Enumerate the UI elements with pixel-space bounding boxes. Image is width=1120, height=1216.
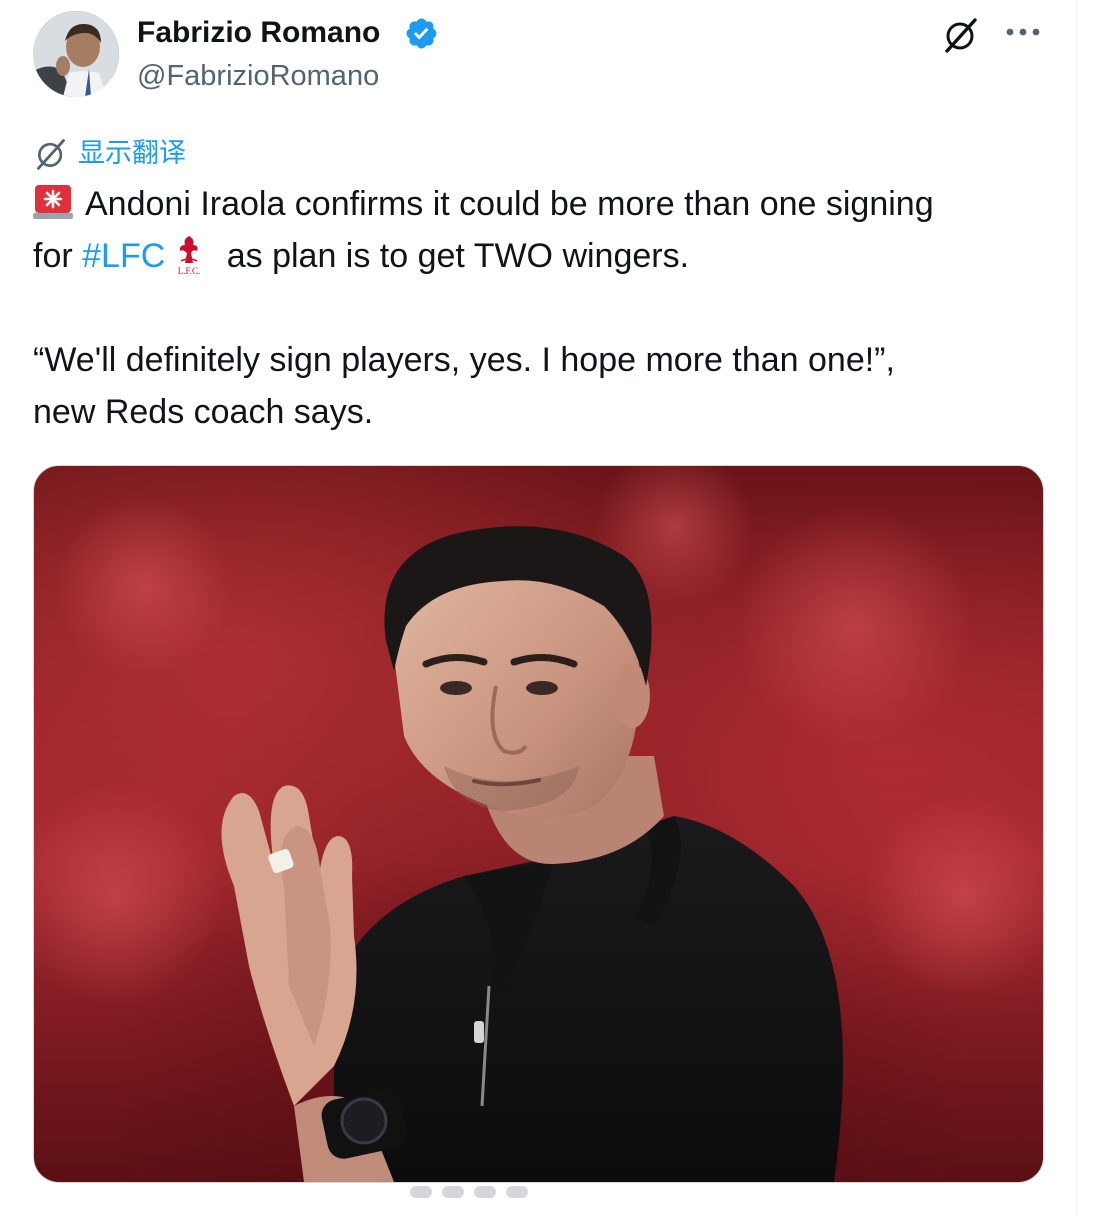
action-hint-2 [442,1186,464,1198]
avatar-portrait-icon [33,11,119,97]
tweet-line-1: Andoni Iraola confirms it could be more … [33,178,1043,230]
tweet-media-photo[interactable] [33,465,1044,1183]
action-hint-4 [506,1186,528,1198]
show-translation-label: 显示翻译 [78,138,186,169]
action-bar-hint [410,1186,710,1208]
author-handle[interactable]: @FabrizioRomano [137,58,379,94]
grok-icon [945,18,977,53]
more-icon [1006,28,1040,36]
show-translation-button[interactable]: 显示翻译 [34,134,186,174]
timeline-border [1076,0,1077,1216]
author-avatar[interactable] [33,11,119,97]
author-name[interactable]: Fabrizio Romano [137,14,380,52]
grok-translate-icon [37,139,65,170]
rotating-light-icon [33,185,73,219]
more-options-button[interactable] [1000,14,1046,50]
tweet-quote-line-2: new Reds coach says. [33,393,374,431]
coach-photo-illustration [34,466,1043,1182]
crest-text: L.F.C. [178,266,201,276]
tweet-text-line-1: Andoni Iraola confirms it could be more … [85,185,934,223]
action-hint-1 [410,1186,432,1198]
action-hint-3 [474,1186,496,1198]
grok-button[interactable] [940,14,982,56]
tweet-page: Fabrizio Romano @FabrizioRomano 显示翻译 And… [0,0,1120,1216]
verified-badge-icon[interactable] [404,16,439,51]
tweet-line-2: for #LFC L.F.C. as plan is to get TWO wi… [33,230,1043,282]
liverpool-crest-icon: L.F.C. [178,236,201,276]
tweet-quote-line-1: “We'll definitely sign players, yes. I h… [33,341,895,379]
hashtag-lfc-link[interactable]: #LFC [82,237,165,275]
tweet-text-line-2-post: as plan is to get TWO wingers. [217,237,690,275]
tweet-text: Andoni Iraola confirms it could be more … [33,178,1043,438]
tweet-text-line-2-pre: for [33,237,83,275]
